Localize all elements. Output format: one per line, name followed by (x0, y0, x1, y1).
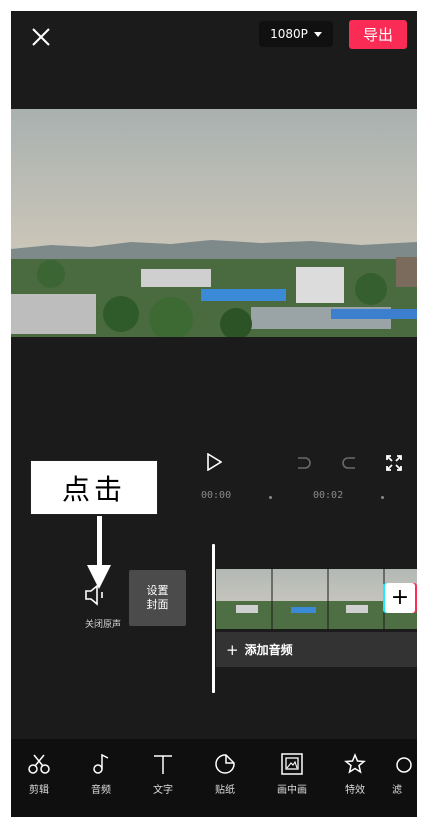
tool-label: 贴纸 (215, 785, 235, 796)
plus-icon: + (226, 640, 239, 659)
close-icon[interactable] (27, 23, 55, 51)
annotation-arrow-icon (87, 565, 111, 589)
cover-label-line2: 封面 (146, 598, 169, 611)
playhead[interactable] (212, 544, 215, 693)
video-preview[interactable] (11, 109, 417, 337)
mute-original-audio-label[interactable]: 关闭原声 (73, 617, 133, 630)
tool-text[interactable]: 文字 (138, 753, 188, 796)
scissors-icon (28, 754, 50, 774)
undo-icon[interactable] (295, 454, 313, 472)
chevron-down-icon (313, 31, 322, 37)
video-frame-image (11, 109, 417, 337)
tool-label: 剪辑 (29, 785, 49, 796)
play-icon[interactable] (206, 453, 222, 471)
tool-effects[interactable]: 特效 (330, 753, 380, 796)
tool-edit[interactable]: 剪辑 (14, 753, 64, 796)
redo-icon[interactable] (340, 454, 358, 472)
tool-label: 滤 (392, 785, 402, 796)
tool-label: 音频 (91, 785, 111, 796)
annotation-arrow-shaft (97, 516, 102, 568)
bottom-toolbar: 剪辑 音频 文字 贴纸 画中画 特效 滤 (11, 739, 417, 817)
add-audio-label: 添加音频 (244, 643, 293, 657)
cover-label-line1: 设置 (146, 584, 169, 597)
filter-icon (396, 757, 412, 773)
timecode-start: 00:00 (201, 490, 232, 501)
timecode-mid: 00:02 (313, 490, 344, 501)
sticker-icon (215, 754, 235, 774)
tool-label: 画中画 (277, 785, 307, 796)
timeline-tick (269, 496, 272, 499)
annotation-callout: 点击 (30, 460, 158, 515)
resolution-dropdown[interactable]: 1080P (259, 21, 333, 47)
tool-label: 特效 (345, 785, 365, 796)
export-button[interactable]: 导出 (349, 20, 407, 49)
timeline-tick (381, 496, 384, 499)
effects-star-icon (344, 753, 366, 774)
tool-sticker[interactable]: 贴纸 (200, 753, 250, 796)
fullscreen-icon[interactable] (385, 454, 403, 472)
text-icon (154, 755, 172, 774)
tool-filter[interactable]: 滤 (392, 753, 417, 796)
add-audio-button[interactable]: + 添加音频 (216, 632, 417, 667)
add-clip-button[interactable]: + (385, 583, 415, 613)
resolution-label: 1080P (270, 27, 308, 41)
music-note-icon (93, 753, 109, 774)
picture-in-picture-icon (281, 753, 303, 775)
tool-picture-in-picture[interactable]: 画中画 (267, 753, 317, 796)
tool-audio[interactable]: 音频 (76, 753, 126, 796)
tool-label: 文字 (153, 785, 173, 796)
editor-screen: 1080P 导出 00:00 00:02 关闭原声 设置 封面 + + 添加音频… (11, 11, 417, 817)
set-cover-button[interactable]: 设置 封面 (129, 570, 186, 626)
